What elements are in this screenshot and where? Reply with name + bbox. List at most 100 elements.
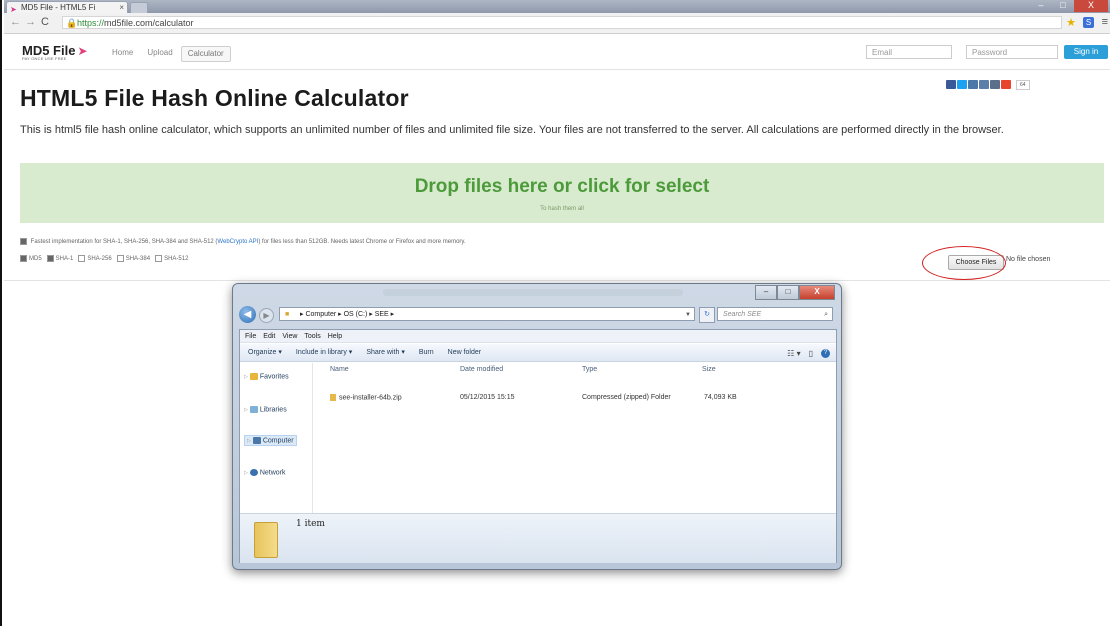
reload-icon[interactable]: C (41, 16, 49, 28)
browser-tab[interactable]: ➤ MD5 File - HTML5 Fi × (6, 1, 128, 13)
large-folder-icon (254, 522, 278, 558)
url-path: md5file.com/calculator (104, 18, 194, 28)
fast-implementation-option[interactable]: Fastest implementation for SHA-1, SHA-25… (20, 238, 466, 245)
dialog-close-button[interactable]: X (799, 285, 835, 300)
sign-in-button[interactable]: Sign in (1064, 45, 1108, 59)
search-icon[interactable]: ⌕ (824, 308, 828, 322)
file-row[interactable]: see-installer-64b.zip (330, 394, 402, 401)
plus-share-icon[interactable] (1001, 80, 1011, 89)
share-icon[interactable] (968, 80, 978, 89)
close-window-button[interactable]: X (1074, 0, 1108, 12)
cmd-share-with[interactable]: Share with ▾ (366, 344, 405, 361)
help-icon[interactable]: ? (821, 348, 830, 358)
preview-pane-icon[interactable]: ▯ (809, 349, 813, 358)
nav-computer[interactable]: ▷ Computer (244, 435, 297, 447)
page-title: HTML5 File Hash Online Calculator (20, 85, 409, 111)
menu-file[interactable]: File (245, 330, 256, 342)
column-size[interactable]: Size (702, 366, 716, 373)
dialog-body: File Edit View Tools Help Organize ▾ Inc… (239, 329, 837, 563)
md5-checkbox[interactable] (20, 255, 27, 262)
navigation-pane: ▷ Favorites ▷ Libraries ▷ Computer ▷ Network (240, 363, 313, 513)
cmd-burn[interactable]: Burn (419, 344, 434, 361)
logo-tagline: PAY ONCE USE FREE (22, 56, 67, 61)
dialog-back-icon[interactable]: ◀ (239, 306, 256, 323)
sha512-checkbox[interactable] (155, 255, 163, 262)
menu-view[interactable]: View (282, 330, 297, 342)
dialog-breadcrumb[interactable]: ■ ▸ Computer ▸ OS (C:) ▸ SEE ▸ ▼ (279, 307, 695, 321)
file-size: 74,093 KB (704, 394, 737, 401)
sha256-checkbox[interactable] (78, 255, 86, 262)
nav-network[interactable]: ▷ Network (244, 469, 286, 476)
search-placeholder: Search SEE (723, 311, 762, 318)
highlight-circle (922, 246, 1006, 280)
facebook-icon[interactable] (946, 80, 956, 89)
forward-arrow-icon[interactable]: → (25, 16, 36, 28)
url-scheme: https:// (77, 18, 105, 28)
sha384-checkbox[interactable] (116, 255, 124, 262)
dialog-title-bar: – □ X (233, 284, 841, 304)
expand-arrow-icon[interactable]: ▷ (244, 407, 248, 413)
option-md5[interactable]: MD5 (20, 255, 42, 262)
nav-libraries[interactable]: ▷ Libraries (244, 406, 287, 413)
view-options-icon[interactable]: ☷ ▾ (787, 349, 800, 358)
extension-icon[interactable]: S (1083, 17, 1094, 28)
sha1-checkbox[interactable] (46, 255, 54, 262)
site-logo[interactable]: MD5 File ➤ PAY ONCE USE FREE (22, 42, 88, 61)
share-icon-3[interactable] (990, 80, 1000, 89)
dialog-maximize-button[interactable]: □ (777, 285, 799, 300)
webcrypto-link[interactable]: WebCrypto API (217, 239, 258, 245)
cmd-include-library[interactable]: Include in library ▾ (296, 344, 352, 361)
column-type[interactable]: Type (582, 366, 597, 373)
nav-favorites[interactable]: ▷ Favorites (244, 373, 289, 380)
intro-text: This is html5 file hash online calculato… (20, 124, 1004, 136)
file-type: Compressed (zipped) Folder (582, 394, 671, 401)
dialog-forward-icon[interactable]: ▶ (259, 308, 274, 323)
password-field[interactable]: Password (966, 45, 1058, 59)
cmd-new-folder[interactable]: New folder (448, 344, 481, 361)
file-drop-zone[interactable]: Drop files here or click for select To h… (20, 163, 1104, 223)
fast-implementation-checkbox[interactable] (20, 238, 27, 245)
column-name[interactable]: Name (330, 366, 349, 373)
breadcrumb-path: ▸ Computer ▸ OS (C:) ▸ SEE ▸ (300, 311, 395, 318)
option-sha512[interactable]: SHA-512 (155, 255, 188, 262)
sha512-label: SHA-512 (164, 256, 189, 263)
email-field[interactable]: Email (866, 45, 952, 59)
md5-label: MD5 (29, 256, 42, 263)
folder-icon: ■ (285, 311, 290, 318)
bookmark-star-icon[interactable]: ★ (1066, 16, 1076, 29)
menu-tools[interactable]: Tools (304, 330, 320, 342)
drop-zone-title: Drop files here or click for select (414, 176, 710, 197)
expand-arrow-icon[interactable]: ▷ (247, 438, 251, 444)
url-field[interactable]: 🔒 https://md5file.com/calculator (62, 16, 1062, 29)
share-count: 64 (1016, 80, 1030, 90)
expand-arrow-icon[interactable]: ▷ (244, 374, 248, 380)
expand-arrow-icon[interactable]: ▷ (244, 470, 248, 476)
option-sha1[interactable]: SHA-1 (46, 255, 73, 262)
nav-calculator[interactable]: Calculator (180, 46, 231, 62)
site-navbar: MD5 File ➤ PAY ONCE USE FREE Home Upload … (4, 42, 1110, 70)
nav-home[interactable]: Home (106, 46, 139, 62)
refresh-icon[interactable]: ↻ (699, 307, 715, 323)
chevron-down-icon[interactable]: ▼ (685, 308, 691, 322)
minimize-button[interactable]: – (1030, 0, 1052, 12)
option-sha256[interactable]: SHA-256 (78, 255, 112, 262)
site-nav-links: Home Upload Calculator (106, 46, 231, 62)
twitter-icon[interactable] (957, 80, 967, 89)
maximize-button[interactable]: □ (1052, 0, 1074, 12)
no-file-chosen-text: No file chosen (1006, 256, 1051, 263)
item-count: 1 item (296, 519, 325, 529)
chrome-menu-icon[interactable]: ≡ (1102, 16, 1108, 28)
cmd-organize[interactable]: Organize ▾ (248, 344, 282, 361)
menu-edit[interactable]: Edit (263, 330, 275, 342)
dialog-minimize-button[interactable]: – (755, 285, 777, 300)
zip-folder-icon (330, 394, 336, 401)
menu-help[interactable]: Help (328, 330, 342, 342)
column-date-modified[interactable]: Date modified (460, 366, 503, 373)
share-icon-2[interactable] (979, 80, 989, 89)
window-controls: – □ X (1030, 0, 1108, 13)
tab-close-icon[interactable]: × (119, 2, 124, 13)
option-sha384[interactable]: SHA-384 (116, 255, 150, 262)
back-arrow-icon[interactable]: ← (10, 16, 21, 28)
dialog-search-input[interactable]: Search SEE ⌕ (717, 307, 833, 321)
nav-upload[interactable]: Upload (141, 46, 178, 62)
